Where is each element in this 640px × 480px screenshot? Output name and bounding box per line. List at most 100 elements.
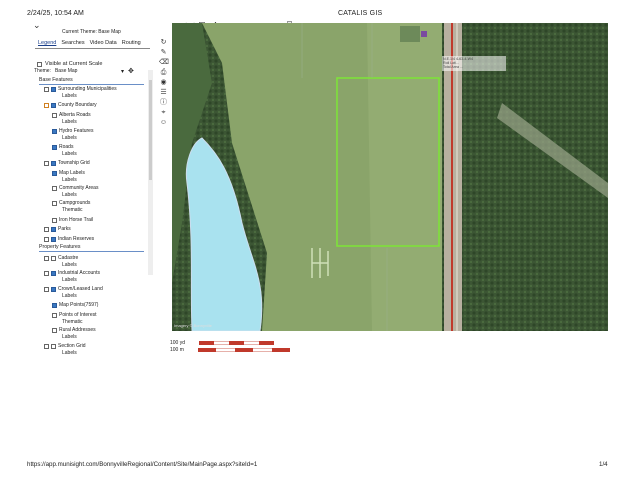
legend-checkbox[interactable] bbox=[44, 86, 49, 92]
legend-item-label: Indian Reserves bbox=[58, 236, 95, 242]
legend-item-label: Hydro Features bbox=[59, 128, 94, 134]
legend-item[interactable]: Map Labels bbox=[52, 170, 85, 176]
legend-checkbox[interactable] bbox=[52, 200, 57, 206]
user-icon[interactable]: ☺ bbox=[159, 118, 168, 127]
page-title: CATALIS GIS bbox=[338, 10, 383, 17]
tab-routing[interactable]: Routing bbox=[122, 40, 141, 46]
move-icon[interactable]: ✥ bbox=[128, 67, 134, 75]
legend-sub-label: Labels bbox=[62, 334, 77, 340]
legend-checkbox[interactable] bbox=[52, 185, 57, 191]
legend-checkbox[interactable] bbox=[52, 170, 57, 176]
legend-checkbox[interactable] bbox=[51, 255, 56, 261]
scrollbar-thumb[interactable] bbox=[149, 80, 152, 180]
legend-item[interactable]: Crown/Leased Land bbox=[44, 286, 103, 292]
legend-checkbox[interactable] bbox=[44, 255, 49, 261]
legend-item[interactable]: Alberta Roads bbox=[52, 112, 91, 118]
legend-checkbox[interactable] bbox=[52, 217, 57, 223]
legend-item-label: Section Grid bbox=[58, 343, 86, 349]
tab-legend[interactable]: Legend bbox=[38, 40, 56, 46]
legend-sub-label: Labels bbox=[62, 119, 77, 125]
legend-item[interactable]: Section Grid bbox=[44, 343, 86, 349]
print-icon[interactable]: ⎙ bbox=[159, 68, 168, 77]
legend-item[interactable]: Map Points(7597) bbox=[52, 302, 98, 308]
legend-checkbox[interactable] bbox=[44, 343, 49, 349]
legend-checkbox[interactable] bbox=[52, 312, 57, 318]
location-pin-icon[interactable]: ◉ bbox=[159, 78, 168, 87]
legend-sub-label: Labels bbox=[62, 177, 77, 183]
legend-checkbox[interactable] bbox=[51, 286, 56, 292]
legend-checkbox[interactable] bbox=[44, 270, 49, 276]
legend-item[interactable]: Industrial Accounts bbox=[44, 270, 100, 276]
legend-checkbox[interactable] bbox=[44, 102, 49, 108]
legend-checkbox[interactable] bbox=[44, 286, 49, 292]
legend-checkbox[interactable] bbox=[52, 112, 57, 118]
legend-sub-label: Labels bbox=[62, 262, 77, 268]
legend-checkbox[interactable] bbox=[51, 343, 56, 349]
legend-item-label: Parks bbox=[58, 226, 71, 232]
legend-item-label: Community Areas bbox=[59, 185, 99, 191]
legend-item[interactable]: Hydro Features bbox=[52, 128, 93, 134]
pencil-icon[interactable]: ✎ bbox=[159, 48, 168, 57]
legend-checkbox[interactable] bbox=[44, 226, 49, 232]
legend-checkbox[interactable] bbox=[52, 302, 57, 308]
scale-label-yd: 100 yd bbox=[170, 340, 186, 346]
measure-icon[interactable]: ⌖ bbox=[159, 108, 168, 117]
legend-item[interactable]: Indian Reserves bbox=[44, 236, 94, 242]
legend-item[interactable]: County Boundary bbox=[44, 102, 97, 108]
legend-item[interactable]: Roads bbox=[52, 144, 73, 150]
legend-item[interactable]: Parks bbox=[44, 226, 71, 232]
legend-item-label: Surrounding Municipalities bbox=[58, 86, 117, 92]
legend-checkbox[interactable] bbox=[51, 236, 56, 242]
legend-item[interactable]: Iron Horse Trail bbox=[52, 217, 93, 223]
legend-item[interactable]: Rural Addresses bbox=[52, 327, 96, 333]
legend-sub-label: Labels bbox=[62, 135, 77, 141]
legend-item[interactable]: Surrounding Municipalities bbox=[44, 86, 117, 92]
legend-checkbox[interactable] bbox=[44, 160, 49, 166]
parcel-popup: N.E.1/4 4-63-4-W4 Roll Lot/... Total Are… bbox=[442, 56, 506, 71]
legend-section-header: Base Features bbox=[39, 77, 144, 85]
legend-item[interactable]: Campgrounds bbox=[52, 200, 90, 206]
map-canvas[interactable]: N.E.1/4 4-63-4-W4 Roll Lot/... Total Are… bbox=[172, 23, 608, 331]
legend-checkbox[interactable] bbox=[44, 236, 49, 242]
page-number: 1/4 bbox=[599, 461, 608, 468]
tab-divider bbox=[35, 48, 150, 49]
legend-checkbox[interactable] bbox=[52, 144, 57, 150]
legend-checkbox[interactable] bbox=[52, 327, 57, 333]
tab-video-data[interactable]: Video Data bbox=[90, 40, 117, 46]
scale-label-m: 100 m bbox=[170, 347, 184, 353]
refresh-icon[interactable]: ↻ bbox=[159, 38, 168, 47]
legend-sub-label: Labels bbox=[62, 151, 77, 157]
layers-icon[interactable]: ☰ bbox=[159, 88, 168, 97]
tab-searches[interactable]: Searches bbox=[61, 40, 84, 46]
legend-sub-label: Labels bbox=[62, 277, 77, 283]
visible-scale-checkbox[interactable] bbox=[37, 61, 42, 67]
legend-checkbox[interactable] bbox=[51, 102, 56, 108]
legend-scrollbar[interactable] bbox=[148, 70, 153, 275]
legend-checkbox[interactable] bbox=[52, 128, 57, 134]
legend-checkbox[interactable] bbox=[51, 86, 56, 92]
legend-item-label: County Boundary bbox=[58, 102, 97, 108]
eraser-icon[interactable]: ⌫ bbox=[159, 58, 169, 67]
legend-item-label: Iron Horse Trail bbox=[59, 217, 94, 223]
legend-checkbox[interactable] bbox=[51, 160, 56, 166]
legend-item-label: Alberta Roads bbox=[59, 112, 91, 118]
legend-sub-label: Labels bbox=[62, 93, 77, 99]
legend-item[interactable]: Township Grid bbox=[44, 160, 90, 166]
legend-item-label: Campgrounds bbox=[59, 200, 91, 206]
legend-sub-label: Labels bbox=[62, 350, 77, 356]
popup-line: Total Area ... bbox=[443, 65, 463, 70]
scale-bar-yd bbox=[199, 341, 275, 345]
map-side-toolbar: ↻ ✎ ⌫ ⎙ ◉ ☰ ⓘ ⌖ ☺ bbox=[159, 38, 169, 127]
legend-item[interactable]: Points of Interest bbox=[52, 312, 97, 318]
legend-checkbox[interactable] bbox=[51, 226, 56, 232]
legend-item[interactable]: Community Areas bbox=[52, 185, 98, 191]
print-datetime: 2/24/25, 10:54 AM bbox=[27, 10, 84, 17]
chevron-down-icon[interactable]: ▾ bbox=[121, 68, 124, 75]
theme-select[interactable]: Base Map bbox=[55, 68, 117, 74]
chevrons-down-icon[interactable]: ⌄ bbox=[33, 20, 41, 31]
legend-section-header: Property Features bbox=[39, 244, 144, 252]
legend-item[interactable]: Cadastre bbox=[44, 255, 78, 261]
scale-bar-m bbox=[197, 348, 290, 352]
identify-icon[interactable]: ⓘ bbox=[159, 98, 168, 107]
legend-checkbox[interactable] bbox=[51, 270, 56, 276]
